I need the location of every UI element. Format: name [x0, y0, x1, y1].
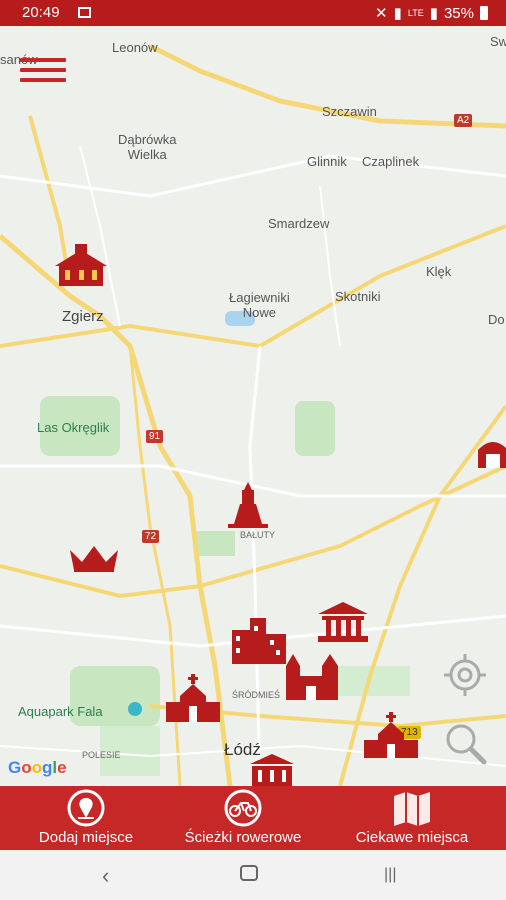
google-letter: g [42, 758, 53, 777]
system-navigation-bar: ‹ ||| [0, 850, 506, 900]
museum-poi-icon[interactable] [318, 602, 368, 642]
mute-icon: ✕ [375, 5, 388, 22]
menu-button[interactable] [20, 58, 66, 88]
crown-poi-icon[interactable] [68, 542, 120, 574]
home-icon[interactable] [240, 865, 258, 881]
interesting-places-button[interactable]: Ciekawe miejsca [340, 786, 484, 850]
monument-poi-icon[interactable] [228, 482, 268, 528]
bike-paths-button[interactable]: Ścieżki rowerowe [168, 786, 318, 850]
google-logo: Google [8, 758, 67, 778]
google-letter: e [57, 758, 67, 777]
interesting-places-label: Ciekawe miejsca [355, 829, 469, 846]
gallery-notification-icon [78, 7, 91, 18]
map-label-baluty: BAŁUTY [240, 530, 276, 540]
bike-paths-label: Ścieżki rowerowe [184, 829, 302, 846]
map-roads [0, 43, 506, 786]
map-label-aquapark: Aquapark Fala [18, 704, 103, 719]
map-label-smardzew: Smardzew [268, 216, 330, 231]
locate-crosshair-icon[interactable] [442, 652, 488, 698]
map-label-polesie: POLESIE [82, 750, 121, 760]
signal-icon-2: ▮ [429, 5, 438, 22]
town-hall-poi-icon[interactable] [55, 244, 107, 290]
road-badge-a2: A2 [454, 114, 473, 127]
map-label-dabrowka: Dąbrówka Wielka [118, 132, 177, 162]
add-place-icon [67, 789, 105, 827]
hamburger-icon-bar [20, 58, 66, 62]
network-type: LTE [407, 8, 424, 18]
google-letter: G [8, 758, 22, 777]
map-label-klek: Klęk [426, 264, 452, 279]
map-label-skotniki: Skotniki [335, 289, 381, 304]
bottom-navigation: Dodaj miejsce Ścieżki rowerowe Ciekawe m… [0, 786, 506, 850]
map-label-leonow: Leonów [112, 40, 158, 55]
recents-icon[interactable]: ||| [384, 866, 396, 884]
battery-percent: 35% [443, 4, 474, 22]
map-label-glinnik: Glinnik [307, 154, 347, 169]
map-icon [394, 792, 430, 826]
google-letter: o [31, 758, 43, 777]
map-label-szczawin: Szczawin [322, 104, 377, 119]
castle-poi-icon[interactable] [286, 652, 338, 700]
search-magnifier-icon[interactable] [442, 720, 488, 766]
add-place-button[interactable]: Dodaj miejsce [22, 786, 150, 850]
road-badge-91: 91 [146, 430, 164, 443]
signal-icon: ▮ [393, 5, 402, 22]
add-place-label: Dodaj miejsce [38, 829, 134, 846]
church-poi-icon-2[interactable] [364, 712, 418, 758]
tunnel-poi-icon[interactable] [478, 434, 506, 468]
hamburger-icon-bar [20, 68, 66, 72]
road-badge-72: 72 [142, 530, 160, 543]
battery-icon [480, 6, 488, 20]
hamburger-icon-bar [20, 78, 66, 82]
status-bar: 20:49 ✕ ▮ LTE ▮ 35% [0, 0, 506, 26]
map-label-do: Do [488, 312, 505, 327]
map-label-zgierz: Zgierz [62, 308, 104, 325]
map-label-sw: Sw [490, 34, 506, 49]
status-icons: ✕ ▮ LTE ▮ 35% [375, 4, 488, 22]
map-label-okreglik: Las Okręglik [37, 420, 110, 435]
status-time: 20:49 [22, 4, 60, 21]
church-poi-icon[interactable] [166, 674, 220, 722]
map-label-srodmiescie: ŚRÓDMIEŚ [232, 690, 281, 700]
factory-poi-icon[interactable] [232, 618, 286, 664]
map-label-lagiewniki: Łagiewniki Nowe [229, 290, 290, 320]
back-icon[interactable]: ‹ [102, 863, 109, 889]
map-label-czaplinek: Czaplinek [362, 154, 420, 169]
google-letter: o [21, 758, 32, 777]
palace-poi-icon[interactable] [250, 754, 294, 786]
bike-icon [224, 789, 262, 827]
aquapark-pin-icon [128, 702, 142, 716]
map-view[interactable]: Leonów sanów Sw Szczawin A2 Dąbrówka Wie… [0, 26, 506, 786]
